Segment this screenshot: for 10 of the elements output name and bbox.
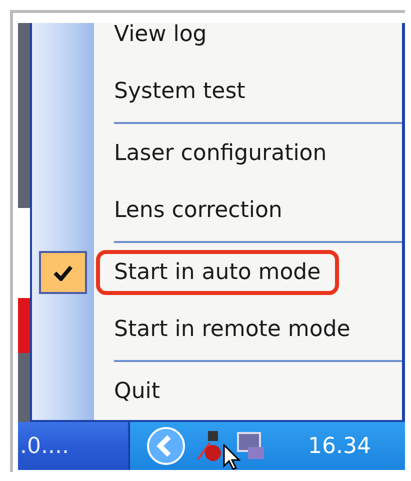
menu-item[interactable]: Quit: [96, 369, 178, 414]
clock: 16.34: [308, 434, 371, 458]
highlighted-menu-item[interactable]: Start in auto mode: [96, 250, 339, 295]
menu-item[interactable]: Lens correction: [96, 188, 300, 233]
chevron-icon[interactable]: [146, 426, 186, 466]
menu-item[interactable]: Start in remote mode: [96, 307, 368, 352]
laser-tray-icon[interactable]: [196, 429, 224, 463]
menu-item[interactable]: Laser configuration: [96, 131, 345, 176]
menu-item[interactable]: System test: [96, 69, 264, 114]
menu-item[interactable]: View log: [96, 23, 225, 57]
